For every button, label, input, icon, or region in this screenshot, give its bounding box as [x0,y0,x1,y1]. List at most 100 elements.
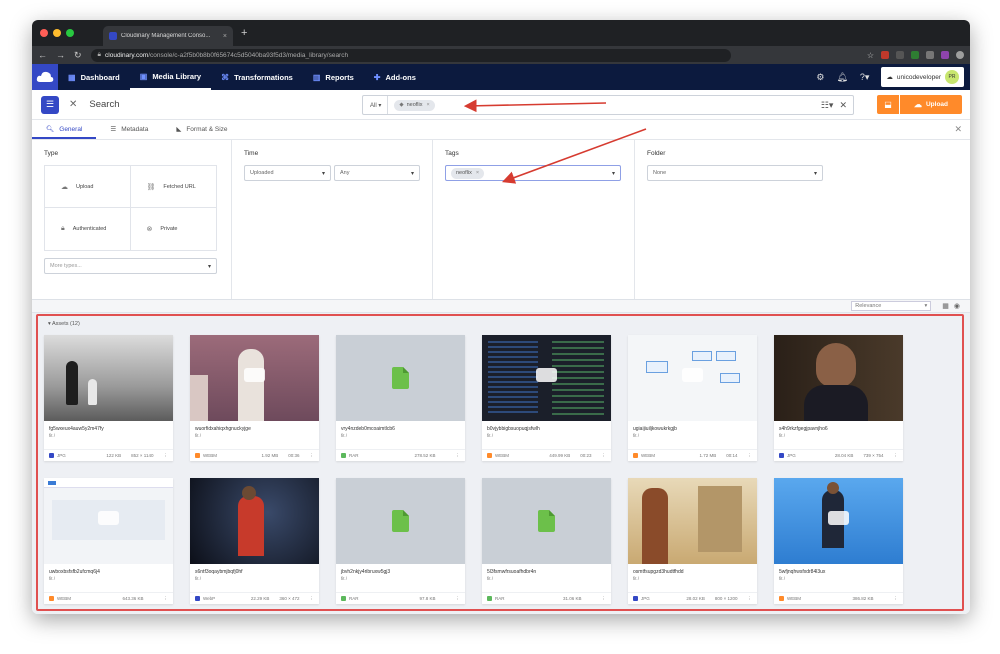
tag-chip[interactable]: neoflix × [451,167,485,179]
back-icon[interactable]: ← [38,50,47,60]
asset-thumbnail[interactable] [774,478,903,564]
bookmark-star-icon[interactable]: ☆ [867,51,874,60]
close-tab-icon[interactable]: × [223,33,227,40]
asset-card[interactable]: vry4nzdeb0mcoaimtlcb6 fit / RAR 278.52 KB ⋮ [336,335,465,461]
asset-card[interactable]: 5wfjnqhwsfxdr84l3ux fit / WEBM 386.82 KB ⋮ [774,478,903,604]
url-field[interactable]: 🔒︎ cloudinary.com /console/c-a2f5b0b8b0f… [90,48,731,62]
clear-search-icon[interactable]: ✕ [839,100,847,111]
asset-menu-icon[interactable]: ⋮ [164,453,169,459]
asset-footer: WEBM 1.92 MB 00:36 ⋮ [190,449,319,461]
nav-transformations[interactable]: ⌘ Transformations [211,64,303,90]
extension-icon[interactable] [911,51,919,59]
asset-thumbnail[interactable] [336,335,465,421]
asset-menu-icon[interactable]: ⋮ [602,453,607,459]
forward-icon[interactable]: → [56,50,65,60]
upload-widget-icon[interactable]: ⬓ [877,95,899,114]
type-fetched-url[interactable]: ⛓ Fetched URL [130,166,216,208]
asset-thumbnail[interactable] [628,478,757,564]
browser-tab[interactable]: Cloudinary Management Conso... × [103,26,233,46]
asset-thumbnail[interactable] [44,478,173,564]
extension-icon[interactable] [881,51,889,59]
help-icon[interactable]: ?▾ [860,72,870,83]
close-window-icon[interactable] [40,29,48,37]
asset-card[interactable]: s4h9rkzfgegjpavnjho6 fit / JPG 28.04 KB 739 … [774,335,903,461]
advanced-filter-icon[interactable]: ☷▾ [821,100,834,111]
nav-dashboard[interactable]: ▦ Dashboard [58,64,130,90]
maximize-window-icon[interactable] [66,29,74,37]
extension-icon[interactable] [926,51,934,59]
eye-icon[interactable]: ◉ [954,302,960,310]
remove-chip-icon[interactable]: × [476,170,479,176]
asset-card[interactable]: uwboxbsfsfb2ufcmq6j4 fit / WEBM 643.36 KB ⋮ [44,478,173,604]
type-private[interactable]: ⊗ Private [131,208,217,250]
asset-thumbnail[interactable] [774,335,903,421]
grid-view-icon[interactable]: ▦ [942,302,949,310]
hamburger-menu-icon[interactable]: ☰ [41,95,59,114]
url-path: /console/c-a2f5b0b8b0f65674c5d5040ba93f5… [148,51,349,59]
type-authenticated[interactable]: 🔒︎ Authenticated [45,208,131,250]
remove-chip-icon[interactable]: × [427,102,430,108]
nav-reports[interactable]: ▥ Reports [303,64,364,90]
asset-menu-icon[interactable]: ⋮ [456,453,461,459]
type-upload[interactable]: ☁ Upload [45,166,131,208]
close-filters-icon[interactable]: ✕ [954,124,962,135]
close-search-icon[interactable]: ✕ [69,99,77,110]
asset-thumbnail[interactable] [336,478,465,564]
type-label: Authenticated [72,226,107,232]
tag-chip[interactable]: ◆ neoflix × [394,99,435,111]
nav-media-library[interactable]: ▣ Media Library [129,64,212,90]
asset-menu-icon[interactable]: ⋮ [894,453,899,459]
asset-menu-icon[interactable]: ⋮ [310,453,315,459]
search-filter-input[interactable]: All ▾ ◆ neoflix × ☷▾ ✕ [362,95,854,115]
folder-select[interactable]: None ▾ [647,165,823,181]
tab-format-size[interactable]: ◣ Format & Size [162,125,241,139]
tab-general[interactable]: 🔍︎ General [32,125,97,139]
asset-menu-icon[interactable]: ⋮ [748,596,753,602]
asset-menu-icon[interactable]: ⋮ [894,596,899,602]
extension-icon[interactable] [941,51,949,59]
asset-card[interactable]: fg5wxeux4auw5y2m47fy fit / JPG 122 KB 852 × … [44,335,173,461]
browser-tab-title: Cloudinary Management Conso... [121,33,211,39]
sort-select[interactable]: Relevance ▾ [851,301,932,311]
new-tab-icon[interactable]: + [241,27,247,39]
asset-card[interactable]: ugiaijiuiljkowukrkgjb fit / WEBM 1.72 MB 00:… [628,335,757,461]
nav-label: Dashboard [80,72,120,82]
asset-menu-icon[interactable]: ⋮ [164,596,169,602]
asset-card[interactable]: osmtfsupgzd3hudtfhdd fit / JPG 28.02 KB 800 … [628,478,757,604]
asset-card[interactable]: wuorfidxahiqxhgnuckyjge fit / WEBM 1.92 MB 0… [190,335,319,461]
asset-card[interactable]: b0vjybbigbsuopuqjsfwlh fit / WEBM 449.99 KB… [482,335,611,461]
more-types-select[interactable]: More types... ▾ [44,258,217,274]
settings-gear-icon[interactable]: ⚙ [816,72,824,83]
cloudinary-logo-icon[interactable] [32,64,58,90]
asset-menu-icon[interactable]: ⋮ [310,596,315,602]
tab-metadata[interactable]: ☰ Metadata [96,125,162,139]
extension-icon[interactable] [896,51,904,59]
minimize-window-icon[interactable] [53,29,61,37]
asset-card[interactable]: jbvh2nkjy4ribruxw5gj3 fit / RAR 97.8 KB ⋮ [336,478,465,604]
asset-thumbnail[interactable] [190,478,319,564]
avatar[interactable]: PR [945,70,959,84]
asset-thumbnail[interactable] [44,335,173,421]
search-scope-select[interactable]: All ▾ [363,96,389,114]
asset-meta: fit / [779,576,786,581]
reload-icon[interactable]: ↻ [74,50,82,61]
time-range-select[interactable]: Any ▾ [334,165,420,181]
asset-menu-icon[interactable]: ⋮ [456,596,461,602]
asset-public-id: vry4nzdeb0mcoaimtlcb6 [341,426,395,432]
asset-card[interactable]: s6ntf3oqaybmjbqfj0hf fit / WebP 22.29 KB 360… [190,478,319,604]
profile-icon[interactable] [956,51,964,59]
upload-button[interactable]: ☁ Upload [900,95,962,114]
tags-select[interactable]: neoflix × ▾ [445,165,621,181]
time-field-select[interactable]: Uploaded ▾ [244,165,331,181]
nav-add-ons[interactable]: ✚ Add-ons [364,64,426,90]
asset-card[interactable]: 5l3fsmwfrsuoafhdbr4n fit / RAR 31.06 KB ⋮ [482,478,611,604]
notifications-bell-icon[interactable]: 🔔︎ [836,72,847,83]
asset-thumbnail[interactable] [190,335,319,421]
asset-thumbnail[interactable] [628,335,757,421]
asset-menu-icon[interactable]: ⋮ [602,596,607,602]
asset-menu-icon[interactable]: ⋮ [748,453,753,459]
asset-thumbnail[interactable] [482,478,611,564]
account-switcher[interactable]: ☁ unicodeveloper PR [881,67,964,87]
assets-section-label[interactable]: ▾ Assets (12) [48,321,80,327]
asset-thumbnail[interactable] [482,335,611,421]
